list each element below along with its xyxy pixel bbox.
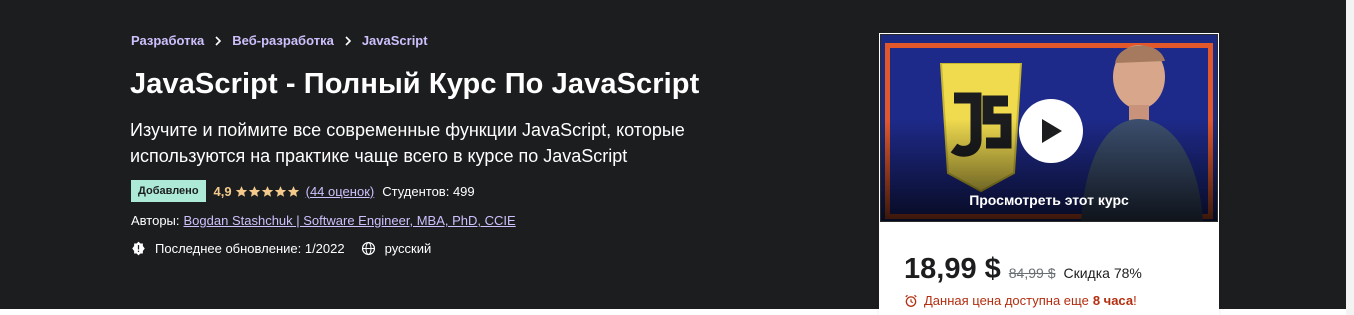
authors-row: Авторы: Bogdan Stashchuk | Software Engi… bbox=[131, 213, 516, 228]
globe-icon bbox=[361, 241, 376, 256]
scrollbar-track[interactable] bbox=[1346, 0, 1354, 315]
rating-stars bbox=[235, 185, 300, 198]
timer-hours: 8 часа bbox=[1092, 293, 1134, 308]
timer-text: Данная цена доступна еще bbox=[924, 293, 1089, 308]
breadcrumb: Разработка Веб-разработка JavaScript bbox=[131, 33, 428, 48]
star-icon bbox=[274, 185, 287, 198]
author-link[interactable]: Bogdan Stashchuk | Software Engineer, MB… bbox=[184, 213, 516, 228]
price-timer: Данная цена доступна еще 8 часа ! bbox=[904, 293, 1137, 308]
course-preview[interactable]: Просмотреть этот курс bbox=[880, 34, 1218, 222]
timer-suffix: ! bbox=[1133, 293, 1137, 308]
last-update: Последнее обновление: 1/2022 bbox=[155, 241, 345, 256]
star-icon bbox=[248, 185, 261, 198]
course-title: JavaScript - Полный Курс По JavaScript bbox=[130, 68, 700, 100]
discount-label: Скидка 78% bbox=[1063, 265, 1142, 281]
rating-value: 4,9 bbox=[213, 183, 232, 199]
course-language: русский bbox=[384, 241, 432, 256]
star-icon bbox=[235, 185, 248, 198]
breadcrumb-item-web-development[interactable]: Веб-разработка bbox=[232, 33, 334, 48]
status-badge: Добавлено bbox=[131, 180, 206, 202]
students-count: Студентов: 499 bbox=[382, 183, 475, 199]
star-icon bbox=[287, 185, 300, 198]
star-icon bbox=[261, 185, 274, 198]
price-row: 18,99 $ 84,99 $ Скидка 78% bbox=[904, 253, 1142, 286]
meta-row: Последнее обновление: 1/2022 русский bbox=[131, 241, 431, 256]
chevron-right-icon bbox=[214, 35, 222, 46]
chevron-right-icon bbox=[344, 35, 352, 46]
authors-label: Авторы: bbox=[131, 213, 180, 228]
original-price: 84,99 $ bbox=[1008, 265, 1056, 281]
reviews-link[interactable]: (44 оценок) bbox=[306, 184, 375, 199]
breadcrumb-item-javascript[interactable]: JavaScript bbox=[362, 33, 428, 48]
breadcrumb-item-development[interactable]: Разработка bbox=[131, 33, 204, 48]
rating-row: Добавлено 4,9 (44 оценок) Студентов: 499 bbox=[131, 180, 475, 202]
play-button[interactable] bbox=[1019, 99, 1083, 163]
preview-label[interactable]: Просмотреть этот курс bbox=[881, 192, 1217, 208]
alert-badge-icon bbox=[131, 241, 146, 256]
alarm-clock-icon bbox=[904, 294, 918, 308]
current-price: 18,99 $ bbox=[904, 253, 1001, 285]
course-subtitle: Изучите и поймите все современные функци… bbox=[130, 120, 685, 166]
play-icon bbox=[1042, 119, 1062, 143]
